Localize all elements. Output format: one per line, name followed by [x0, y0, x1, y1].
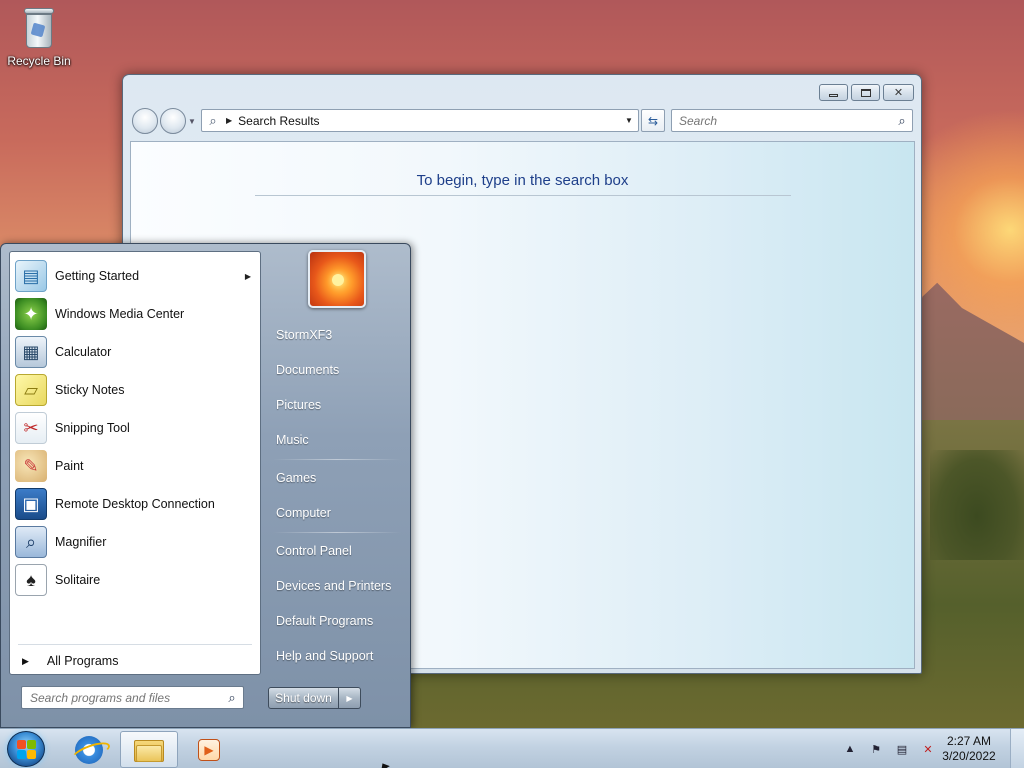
close-button[interactable]: ✕: [883, 84, 914, 101]
clock-date: 3/20/2022: [942, 749, 996, 763]
all-programs-arrow-icon: ▶: [22, 655, 29, 666]
program-label: Calculator: [55, 345, 112, 359]
getting-started-icon: ▤: [15, 260, 47, 292]
start-item-control-panel[interactable]: Control Panel: [267, 536, 405, 566]
forward-button[interactable]: [160, 108, 186, 134]
windows-media-center-icon: ✦: [15, 298, 47, 330]
recent-pages-dropdown-icon[interactable]: ▼: [188, 117, 196, 126]
program-label: Remote Desktop Connection: [55, 497, 215, 511]
solitaire-icon: ♠: [15, 564, 47, 596]
maximize-button[interactable]: [851, 84, 880, 101]
programs-pane: ▤ Getting Started ▶ ✦ Windows Media Cent…: [9, 251, 261, 675]
close-icon: ✕: [893, 87, 904, 99]
program-windows-media-center[interactable]: ✦ Windows Media Center: [13, 296, 259, 332]
start-search-input[interactable]: [30, 690, 221, 705]
sticky-notes-icon: ▱: [15, 374, 47, 406]
taskbar-internet-explorer[interactable]: [60, 731, 118, 768]
magnifier-icon: ⌕: [15, 526, 47, 558]
address-path[interactable]: Search Results: [238, 114, 620, 128]
program-remote-desktop[interactable]: ▣ Remote Desktop Connection: [13, 486, 259, 522]
desktop-icon-recycle-bin[interactable]: Recycle Bin: [4, 6, 74, 68]
paint-icon: ✎: [15, 450, 47, 482]
start-item-computer[interactable]: Computer: [267, 498, 405, 528]
desktop-icon-label: Recycle Bin: [7, 54, 71, 68]
taskbar-windows-explorer[interactable]: [120, 731, 178, 768]
clock-time: 2:27 AM: [946, 734, 992, 748]
show-desktop-button[interactable]: [1010, 729, 1024, 768]
program-calculator[interactable]: ▦ Calculator: [13, 334, 259, 370]
right-pane-divider: [273, 459, 401, 460]
shutdown-options-button[interactable]: ▶: [339, 687, 361, 709]
windows-logo-icon: [17, 740, 26, 749]
taskbar-windows-media-player[interactable]: ▶: [180, 731, 238, 768]
program-sticky-notes[interactable]: ▱ Sticky Notes: [13, 372, 259, 408]
volume-muted-icon[interactable]: ✕: [920, 743, 936, 756]
search-icon[interactable]: ⌕: [892, 113, 912, 129]
start-button[interactable]: [7, 731, 45, 767]
address-bar[interactable]: ⌕ ▶ Search Results ▼: [201, 109, 639, 132]
program-solitaire[interactable]: ♠ Solitaire: [13, 562, 259, 598]
shutdown-button[interactable]: Shut down: [268, 687, 339, 709]
action-center-flag-icon[interactable]: ⚑: [868, 743, 884, 756]
window-controls: ✕: [819, 84, 914, 101]
show-hidden-icons-icon[interactable]: ▲: [842, 743, 858, 755]
clock[interactable]: 2:27 AM 3/20/2022: [936, 734, 1002, 764]
shutdown-group: Shut down ▶: [268, 687, 361, 709]
user-picture[interactable]: [308, 250, 366, 308]
address-dropdown-icon[interactable]: ▼: [620, 110, 638, 131]
recycle-bin-icon: [22, 6, 56, 50]
explorer-search-box[interactable]: ⌕: [671, 109, 913, 132]
chevron-right-icon: ▶: [346, 693, 353, 703]
start-item-documents[interactable]: Documents: [267, 355, 405, 385]
start-item-music[interactable]: Music: [267, 425, 405, 455]
program-label: Magnifier: [55, 535, 107, 549]
explorer-search-input[interactable]: [679, 113, 892, 128]
all-programs-label: All Programs: [46, 654, 119, 668]
submenu-arrow-icon: ▶: [244, 271, 251, 281]
all-programs-button[interactable]: ▶ All Programs: [18, 650, 254, 672]
windows-explorer-icon: [134, 738, 164, 762]
breadcrumb-arrow-icon[interactable]: ▶: [226, 116, 232, 125]
program-label: Paint: [55, 459, 84, 473]
minimize-button[interactable]: [819, 84, 848, 101]
back-button[interactable]: [132, 108, 158, 134]
snipping-tool-icon: ✂: [15, 412, 47, 444]
right-pane-divider: [273, 532, 401, 533]
search-hint: To begin, type in the search box: [416, 172, 629, 189]
windows-media-player-icon: ▶: [198, 738, 220, 761]
start-item-pictures[interactable]: Pictures: [267, 390, 405, 420]
program-label: Windows Media Center: [55, 307, 185, 321]
start-menu: ▤ Getting Started ▶ ✦ Windows Media Cent…: [0, 243, 411, 728]
programs-divider: [18, 644, 252, 645]
taskbar: ▶ ▲ ⚑ ▤ ✕ 2:27 AM 3/20/2022: [0, 728, 1024, 768]
program-paint[interactable]: ✎ Paint: [13, 448, 259, 484]
remote-desktop-icon: ▣: [15, 488, 47, 520]
start-item-devices-printers[interactable]: Devices and Printers: [267, 571, 405, 601]
program-magnifier[interactable]: ⌕ Magnifier: [13, 524, 259, 560]
program-label: Snipping Tool: [55, 421, 130, 435]
calculator-icon: ▦: [15, 336, 47, 368]
maximize-icon: [860, 88, 871, 97]
network-icon[interactable]: ▤: [894, 743, 910, 756]
minimize-icon: [829, 93, 838, 97]
refresh-button[interactable]: ⇆: [641, 109, 665, 132]
hint-divider: [255, 195, 791, 196]
start-search-box[interactable]: ⌕: [21, 686, 244, 709]
internet-explorer-icon: [75, 735, 103, 764]
wallpaper-shrub: [930, 450, 1024, 560]
program-label: Sticky Notes: [55, 383, 125, 397]
program-label: Getting Started: [55, 269, 140, 283]
start-item-help-support[interactable]: Help and Support: [267, 641, 405, 671]
refresh-icon: ⇆: [647, 113, 659, 128]
program-snipping-tool[interactable]: ✂ Snipping Tool: [13, 410, 259, 446]
program-getting-started[interactable]: ▤ Getting Started ▶: [13, 258, 259, 294]
notification-area: ▲ ⚑ ▤ ✕: [842, 729, 936, 768]
search-icon: ⌕: [228, 689, 236, 705]
program-label: Solitaire: [55, 573, 101, 587]
start-item-default-programs[interactable]: Default Programs: [267, 606, 405, 636]
start-item-games[interactable]: Games: [267, 463, 405, 493]
start-item-user[interactable]: StormXF3: [267, 320, 405, 350]
search-folder-icon: ⌕: [209, 112, 217, 128]
